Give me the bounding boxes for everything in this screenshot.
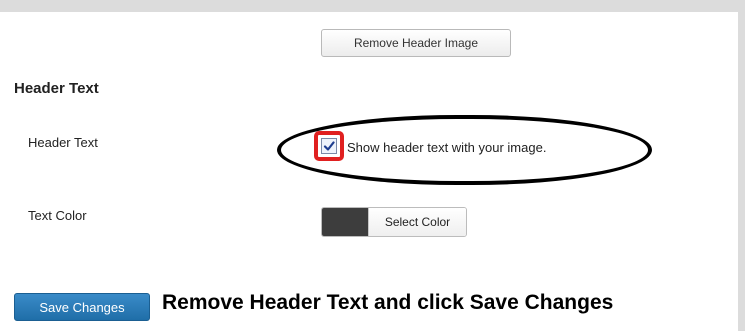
remove-header-image-button[interactable]: Remove Header Image: [321, 29, 511, 57]
header-text-row-label: Header Text: [28, 135, 98, 150]
select-color-button[interactable]: Select Color: [368, 208, 466, 236]
text-color-row-label: Text Color: [28, 208, 87, 223]
section-title-header-text: Header Text: [14, 80, 99, 97]
annotation-instruction: Remove Header Text and click Save Change…: [162, 291, 614, 314]
window-frame-top: [0, 0, 745, 12]
color-swatch[interactable]: [322, 208, 368, 236]
text-color-picker[interactable]: Select Color: [321, 207, 467, 237]
checkmark-icon: [323, 141, 335, 151]
show-header-text-label: Show header text with your image.: [347, 140, 547, 155]
save-changes-button[interactable]: Save Changes: [14, 293, 150, 321]
show-header-text-checkbox[interactable]: [321, 138, 337, 154]
window-frame-right: [738, 0, 745, 331]
